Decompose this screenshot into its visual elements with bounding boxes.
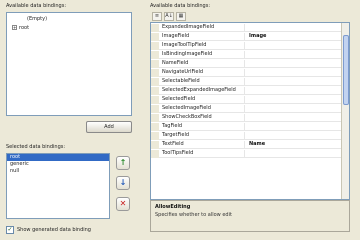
description-title: AllowEditing (155, 204, 191, 210)
property-row[interactable]: NameField (151, 60, 343, 68)
alphabetical-icon[interactable]: A↓ (164, 12, 174, 21)
property-value[interactable]: Name (247, 141, 341, 149)
scrollbar-thumb[interactable] (343, 35, 349, 105)
property-row[interactable]: SelectedImageField (151, 105, 343, 113)
property-name: ToolTipsField (161, 150, 245, 158)
property-value[interactable] (247, 60, 341, 68)
property-row[interactable]: ExpandedImageField (151, 24, 343, 32)
categorized-icon[interactable]: ≡ (152, 12, 162, 21)
expand-icon[interactable]: + (12, 25, 17, 30)
property-name: NameField (161, 60, 245, 68)
property-value[interactable] (247, 114, 341, 122)
row-gutter (151, 24, 159, 32)
property-description: AllowEditing Specifies whether to allow … (150, 200, 350, 232)
row-gutter (151, 132, 159, 140)
property-name: SelectedField (161, 96, 245, 104)
property-row[interactable]: SelectedExpandedImageField (151, 87, 343, 95)
list-item[interactable]: null (7, 168, 109, 175)
row-gutter (151, 123, 159, 131)
property-grid-scrollbar[interactable] (341, 23, 349, 199)
selected-bindings-list[interactable]: root generic null (6, 153, 110, 219)
row-gutter (151, 114, 159, 122)
row-gutter (151, 78, 159, 86)
remove-button[interactable]: ✕ (116, 197, 130, 211)
arrow-down-icon: ↓ (119, 178, 127, 187)
property-row[interactable]: NavigateUrlField (151, 69, 343, 77)
property-row[interactable]: ImageToolTipField (151, 42, 343, 50)
description-text: Specifies whether to allow edit (155, 212, 232, 218)
property-row[interactable]: ImageField Image (151, 33, 343, 41)
list-item[interactable]: root (7, 154, 109, 161)
delete-icon: ✕ (119, 199, 127, 208)
available-bindings-label: Available data bindings: (6, 3, 66, 9)
row-gutter (151, 33, 159, 41)
property-name: TagField (161, 123, 245, 131)
row-gutter (151, 60, 159, 68)
row-gutter (151, 150, 159, 158)
row-gutter (151, 105, 159, 113)
property-value[interactable] (247, 42, 341, 50)
property-value[interactable] (247, 69, 341, 77)
move-down-button[interactable]: ↓ (116, 176, 130, 190)
property-name: IsBindingImageField (161, 51, 245, 59)
property-name: TextField (161, 141, 245, 149)
row-gutter (151, 96, 159, 104)
show-binding-label: Show generated data binding (17, 227, 91, 233)
move-up-button[interactable]: ↑ (116, 156, 130, 170)
property-row[interactable]: TargetField (151, 132, 343, 140)
property-row[interactable]: TagField (151, 123, 343, 131)
property-name: ExpandedImageField (161, 24, 245, 32)
property-row[interactable]: IsBindingImageField (151, 51, 343, 59)
available-bindings-tree[interactable]: (Empty) + root (6, 12, 132, 116)
property-row[interactable]: ShowCheckBoxField (151, 114, 343, 122)
show-binding-checkbox[interactable]: ✓ (6, 226, 14, 234)
selected-bindings-label: Selected data bindings: (6, 144, 66, 150)
add-button[interactable]: Add (86, 121, 132, 133)
row-gutter (151, 51, 159, 59)
property-value[interactable] (247, 132, 341, 140)
list-item[interactable]: generic (7, 161, 109, 168)
row-gutter (151, 87, 159, 95)
property-value[interactable] (247, 87, 341, 95)
property-toolbar: ≡ A↓ ▦ (150, 11, 350, 22)
property-name: NavigateUrlField (161, 69, 245, 77)
property-row[interactable]: SelectedField (151, 96, 343, 104)
arrow-up-icon: ↑ (119, 158, 127, 167)
property-value[interactable] (247, 123, 341, 131)
property-value[interactable] (247, 78, 341, 86)
property-row[interactable]: ToolTipsField (151, 150, 343, 158)
property-value[interactable] (247, 24, 341, 32)
property-name: ShowCheckBoxField (161, 114, 245, 122)
properties-label: Available data bindings: (150, 3, 210, 9)
tree-node-empty[interactable]: (Empty) (27, 16, 47, 22)
property-value[interactable]: Image (247, 33, 341, 41)
property-name: TargetField (161, 132, 245, 140)
property-value[interactable] (247, 96, 341, 104)
property-row[interactable]: SelectableField (151, 78, 343, 86)
property-pages-icon[interactable]: ▦ (176, 12, 186, 21)
row-gutter (151, 141, 159, 149)
property-name: SelectableField (161, 78, 245, 86)
property-name: ImageToolTipField (161, 42, 245, 50)
property-value[interactable] (247, 105, 341, 113)
property-name: SelectedImageField (161, 105, 245, 113)
property-name: SelectedExpandedImageField (161, 87, 245, 95)
property-row[interactable]: TextField Name (151, 141, 343, 149)
row-gutter (151, 69, 159, 77)
property-grid[interactable]: ExpandedImageField ImageField Image ImageTo… (150, 22, 350, 200)
property-value[interactable] (247, 51, 341, 59)
tree-node-root[interactable]: + root (12, 25, 29, 31)
property-value[interactable] (247, 150, 341, 158)
row-gutter (151, 42, 159, 50)
property-name: ImageField (161, 33, 245, 41)
